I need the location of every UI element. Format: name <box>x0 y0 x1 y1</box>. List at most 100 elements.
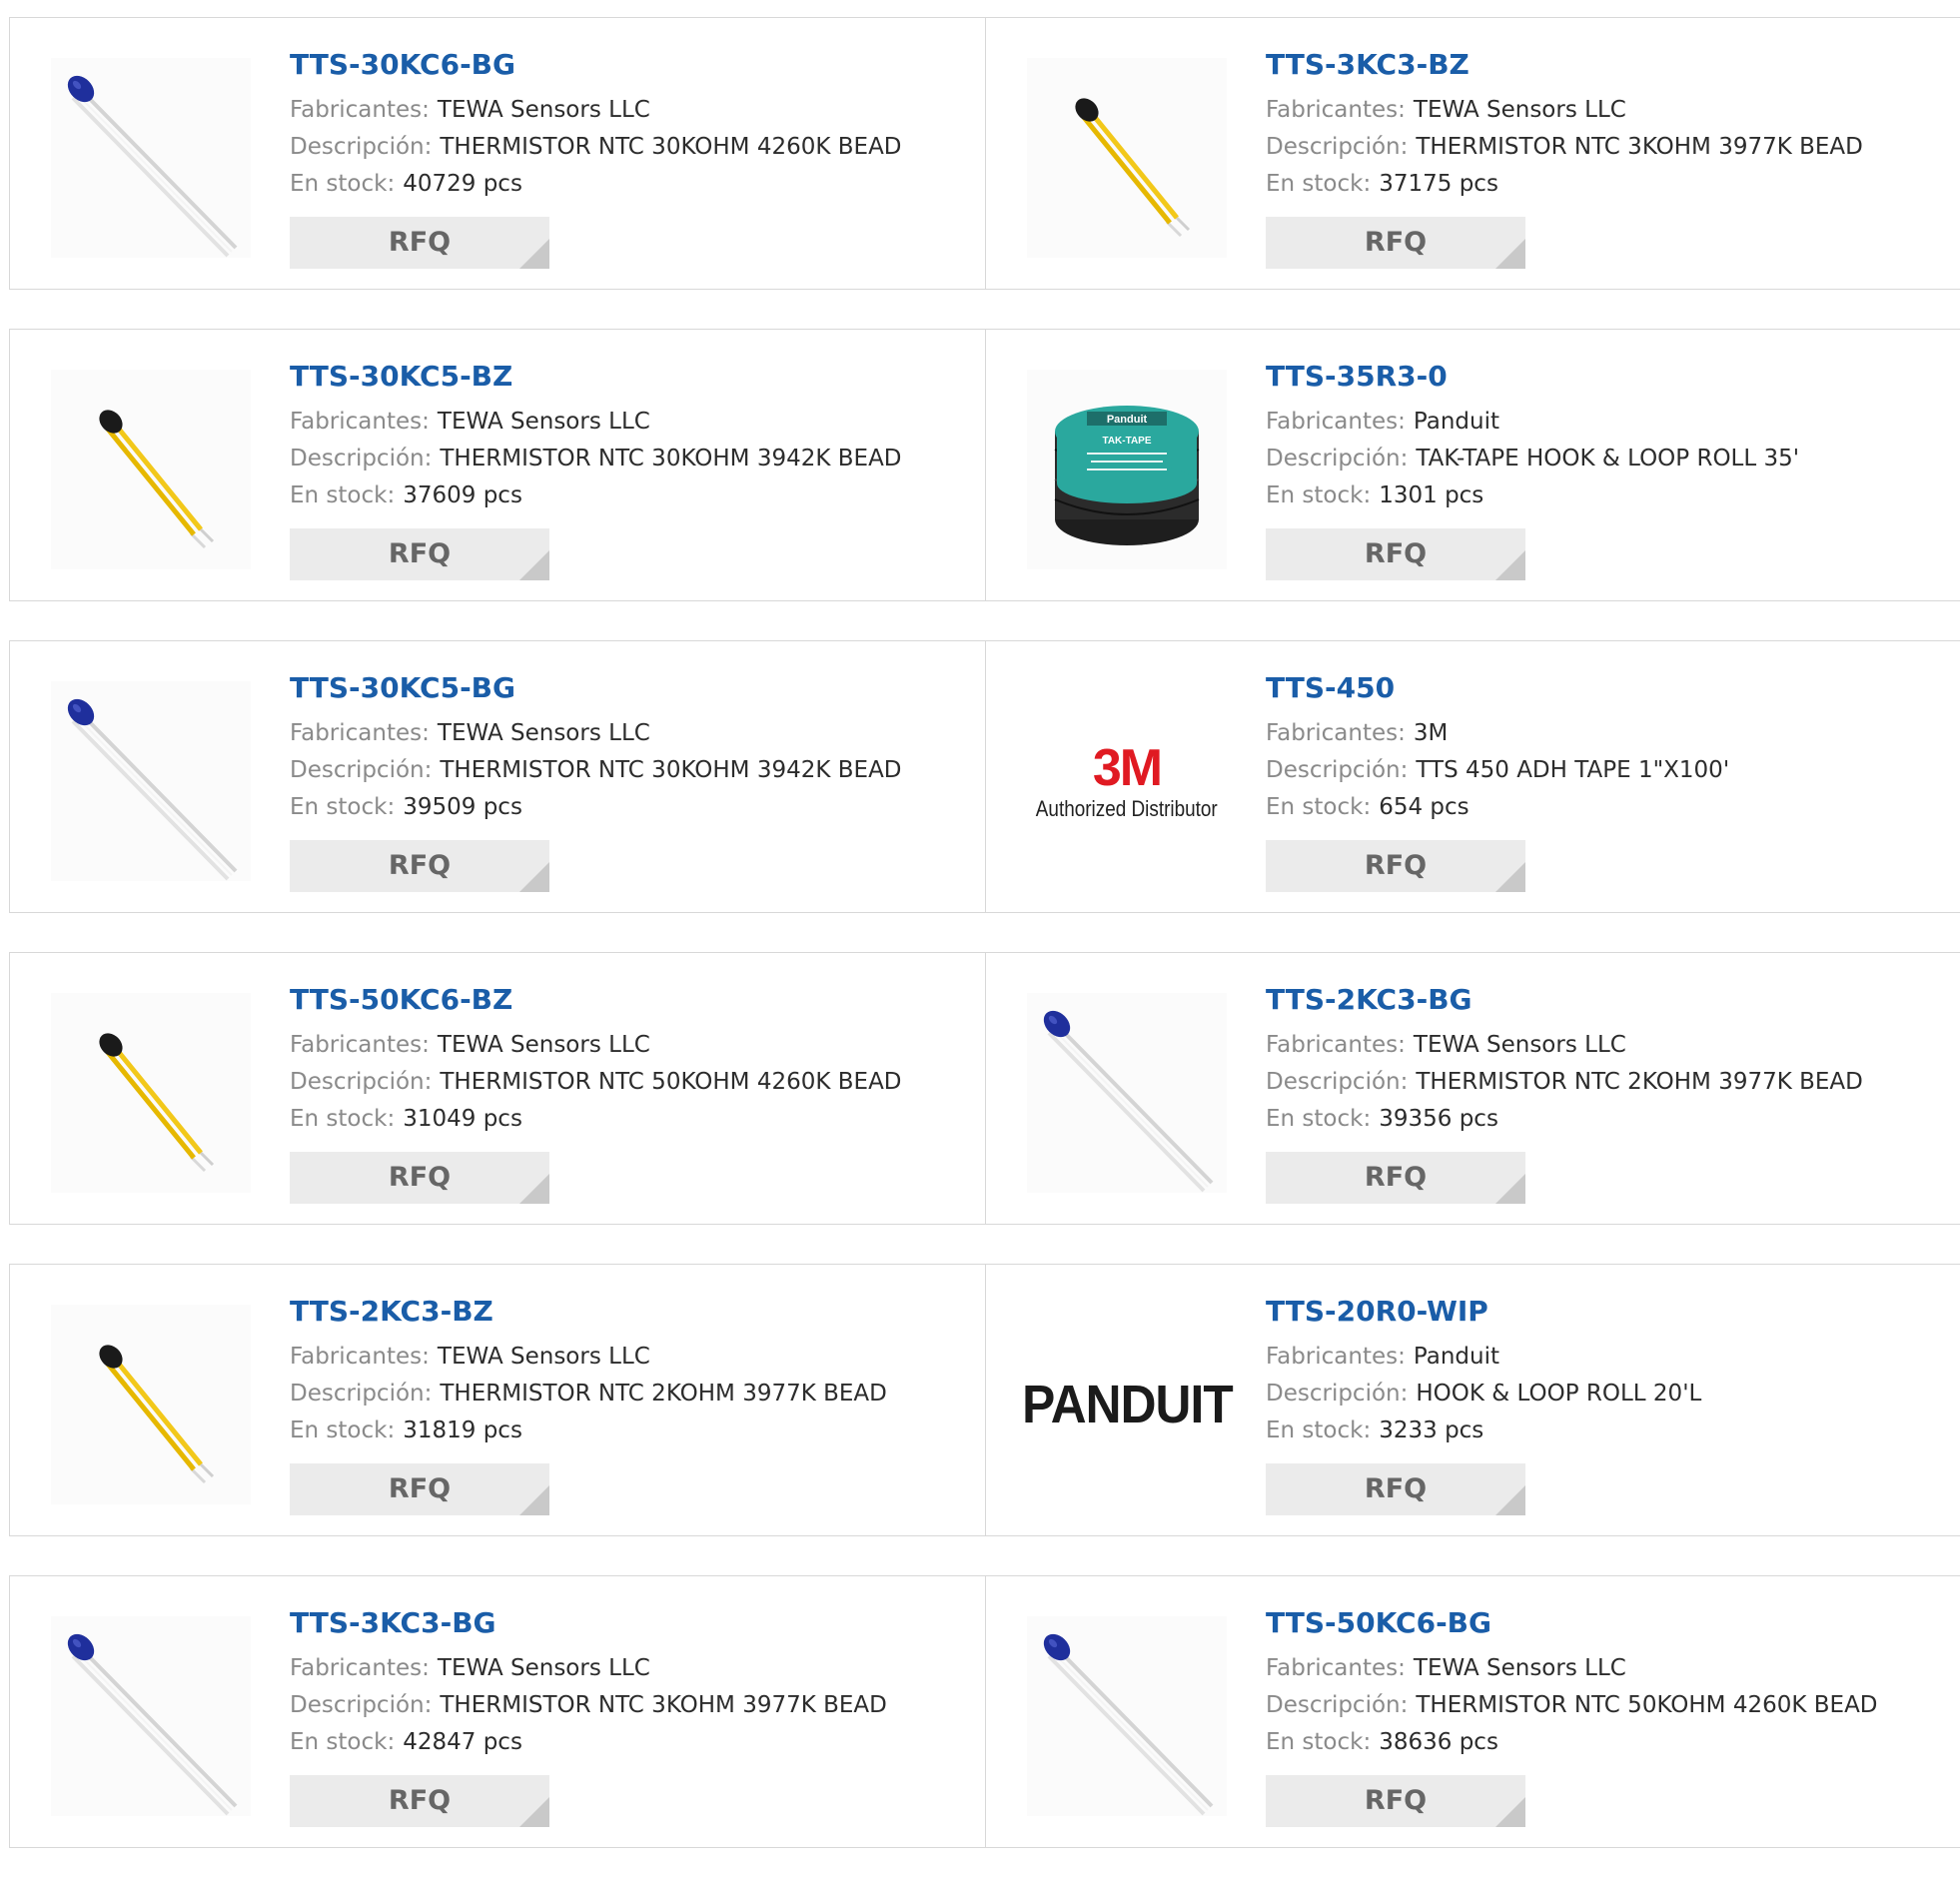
stock-label: En stock: <box>1266 171 1372 197</box>
product-row: TTS-30KC5-BG Fabricantes: TEWA Sensors LL… <box>9 640 1960 913</box>
manufacturer-value: TEWA Sensors LLC <box>1413 97 1626 123</box>
part-number-link[interactable]: TTS-2KC3-BZ <box>290 1295 975 1329</box>
part-number-link[interactable]: TTS-35R3-0 <box>1266 360 1950 394</box>
description-label: Descripción: <box>290 757 433 783</box>
manufacturer-label: Fabricantes: <box>290 720 430 746</box>
rfq-button[interactable]: RFQ <box>1266 840 1525 892</box>
product-image[interactable] <box>1027 1616 1227 1816</box>
manufacturer-value: TEWA Sensors LLC <box>1413 1032 1626 1058</box>
description-label: Descripción: <box>1266 757 1409 783</box>
rfq-button[interactable]: RFQ <box>1266 1463 1525 1515</box>
product-image[interactable]: Panduit TAK-TAPE <box>1027 370 1227 569</box>
product-image[interactable] <box>51 1616 251 1816</box>
description-label: Descripción: <box>1266 1069 1409 1095</box>
product-image[interactable]: 3M Authorized Distributor <box>1027 681 1227 881</box>
product-image[interactable] <box>51 993 251 1193</box>
corner-triangle-icon <box>1495 1797 1525 1827</box>
stock-label: En stock: <box>1266 794 1372 820</box>
rfq-button[interactable]: RFQ <box>1266 217 1525 269</box>
rfq-button[interactable]: RFQ <box>1266 1152 1525 1204</box>
part-number-link[interactable]: TTS-30KC5-BZ <box>290 360 975 394</box>
manufacturer-line: Fabricantes: 3M <box>1266 715 1950 752</box>
product-image[interactable] <box>51 1305 251 1504</box>
rfq-label: RFQ <box>388 1473 452 1504</box>
rfq-button[interactable]: RFQ <box>1266 528 1525 580</box>
product-image[interactable] <box>51 681 251 881</box>
thermistor-blue-icon <box>67 75 238 258</box>
rfq-button[interactable]: RFQ <box>290 1775 549 1827</box>
thermistor-blue-icon <box>67 698 238 881</box>
description-label: Descripción: <box>290 1692 433 1718</box>
part-number-link[interactable]: TTS-3KC3-BZ <box>1266 48 1950 82</box>
product-info: TTS-50KC6-BZ Fabricantes: TEWA Sensors LL… <box>290 983 975 1204</box>
description-line: Descripción: THERMISTOR NTC 3KOHM 3977K B… <box>290 1687 975 1724</box>
svg-text:Panduit: Panduit <box>1107 414 1148 426</box>
part-number-link[interactable]: TTS-50KC6-BG <box>1266 1606 1950 1640</box>
manufacturer-label: Fabricantes: <box>290 97 430 123</box>
part-number-link[interactable]: TTS-3KC3-BG <box>290 1606 975 1640</box>
manufacturer-label: Fabricantes: <box>290 1032 430 1058</box>
description-value: THERMISTOR NTC 50KOHM 4260K BEAD <box>440 1069 902 1095</box>
stock-line: En stock: 39356 pcs <box>1266 1101 1950 1138</box>
product-card: TTS-50KC6-BZ Fabricantes: TEWA Sensors LL… <box>10 953 985 1224</box>
description-value: TAK-TAPE HOOK & LOOP ROLL 35' <box>1416 446 1800 472</box>
manufacturer-value: TEWA Sensors LLC <box>437 1032 650 1058</box>
stock-label: En stock: <box>1266 1417 1372 1443</box>
rfq-button[interactable]: RFQ <box>1266 1775 1525 1827</box>
description-value: THERMISTOR NTC 50KOHM 4260K BEAD <box>1416 1692 1878 1718</box>
product-info: TTS-20R0-WIP Fabricantes: Panduit Descrip… <box>1266 1295 1950 1515</box>
manufacturer-value: 3M <box>1413 720 1449 746</box>
description-value: THERMISTOR NTC 30KOHM 3942K BEAD <box>440 446 902 472</box>
stock-label: En stock: <box>290 1729 396 1755</box>
manufacturer-value: TEWA Sensors LLC <box>437 1655 650 1681</box>
rfq-button[interactable]: RFQ <box>290 840 549 892</box>
thermistor-yellow-icon <box>99 1033 215 1173</box>
stock-label: En stock: <box>1266 1729 1372 1755</box>
product-card: TTS-2KC3-BG Fabricantes: TEWA Sensors LLC… <box>985 953 1960 1224</box>
description-line: Descripción: THERMISTOR NTC 50KOHM 4260K … <box>290 1064 975 1101</box>
product-image[interactable] <box>51 370 251 569</box>
corner-triangle-icon <box>519 1485 549 1515</box>
product-row: TTS-2KC3-BZ Fabricantes: TEWA Sensors LLC… <box>9 1264 1960 1536</box>
description-label: Descripción: <box>1266 1381 1409 1407</box>
manufacturer-label: Fabricantes: <box>1266 1655 1406 1681</box>
rfq-button[interactable]: RFQ <box>290 1152 549 1204</box>
manufacturer-label: Fabricantes: <box>1266 1032 1406 1058</box>
part-number-link[interactable]: TTS-50KC6-BZ <box>290 983 975 1017</box>
product-image[interactable] <box>1027 58 1227 258</box>
svg-text:TAK-TAPE: TAK-TAPE <box>1102 436 1151 447</box>
stock-label: En stock: <box>290 1417 396 1443</box>
product-card: TTS-50KC6-BG Fabricantes: TEWA Sensors LL… <box>985 1576 1960 1847</box>
product-card: Panduit TAK-TAPE TTS-35R3-0 Fabricantes:… <box>985 330 1960 600</box>
product-info: TTS-50KC6-BG Fabricantes: TEWA Sensors LL… <box>1266 1606 1950 1827</box>
part-number-link[interactable]: TTS-30KC6-BG <box>290 48 975 82</box>
stock-line: En stock: 38636 pcs <box>1266 1724 1950 1761</box>
product-image[interactable] <box>1027 993 1227 1193</box>
stock-line: En stock: 37175 pcs <box>1266 166 1950 203</box>
corner-triangle-icon <box>1495 1485 1525 1515</box>
rfq-label: RFQ <box>388 1162 452 1193</box>
rfq-label: RFQ <box>388 1785 452 1816</box>
manufacturer-line: Fabricantes: TEWA Sensors LLC <box>290 92 975 129</box>
part-number-link[interactable]: TTS-30KC5-BG <box>290 671 975 705</box>
product-image[interactable] <box>51 58 251 258</box>
rfq-label: RFQ <box>1364 1785 1428 1816</box>
part-number-link[interactable]: TTS-2KC3-BG <box>1266 983 1950 1017</box>
product-row: TTS-50KC6-BZ Fabricantes: TEWA Sensors LL… <box>9 952 1960 1225</box>
rfq-button[interactable]: RFQ <box>290 217 549 269</box>
product-card: TTS-30KC6-BG Fabricantes: TEWA Sensors LL… <box>10 18 985 289</box>
stock-line: En stock: 42847 pcs <box>290 1724 975 1761</box>
manufacturer-value: TEWA Sensors LLC <box>437 409 650 435</box>
product-card: TTS-3KC3-BZ Fabricantes: TEWA Sensors LLC… <box>985 18 1960 289</box>
rfq-button[interactable]: RFQ <box>290 1463 549 1515</box>
stock-label: En stock: <box>1266 482 1372 508</box>
manufacturer-line: Fabricantes: TEWA Sensors LLC <box>1266 1027 1950 1064</box>
product-image[interactable]: PANDUIT <box>1022 1305 1233 1504</box>
stock-value: 1301 pcs <box>1379 482 1484 508</box>
rfq-button[interactable]: RFQ <box>290 528 549 580</box>
part-number-link[interactable]: TTS-20R0-WIP <box>1266 1295 1950 1329</box>
description-label: Descripción: <box>1266 134 1409 160</box>
stock-value: 31819 pcs <box>403 1417 522 1443</box>
stock-line: En stock: 40729 pcs <box>290 166 975 203</box>
part-number-link[interactable]: TTS-450 <box>1266 671 1950 705</box>
